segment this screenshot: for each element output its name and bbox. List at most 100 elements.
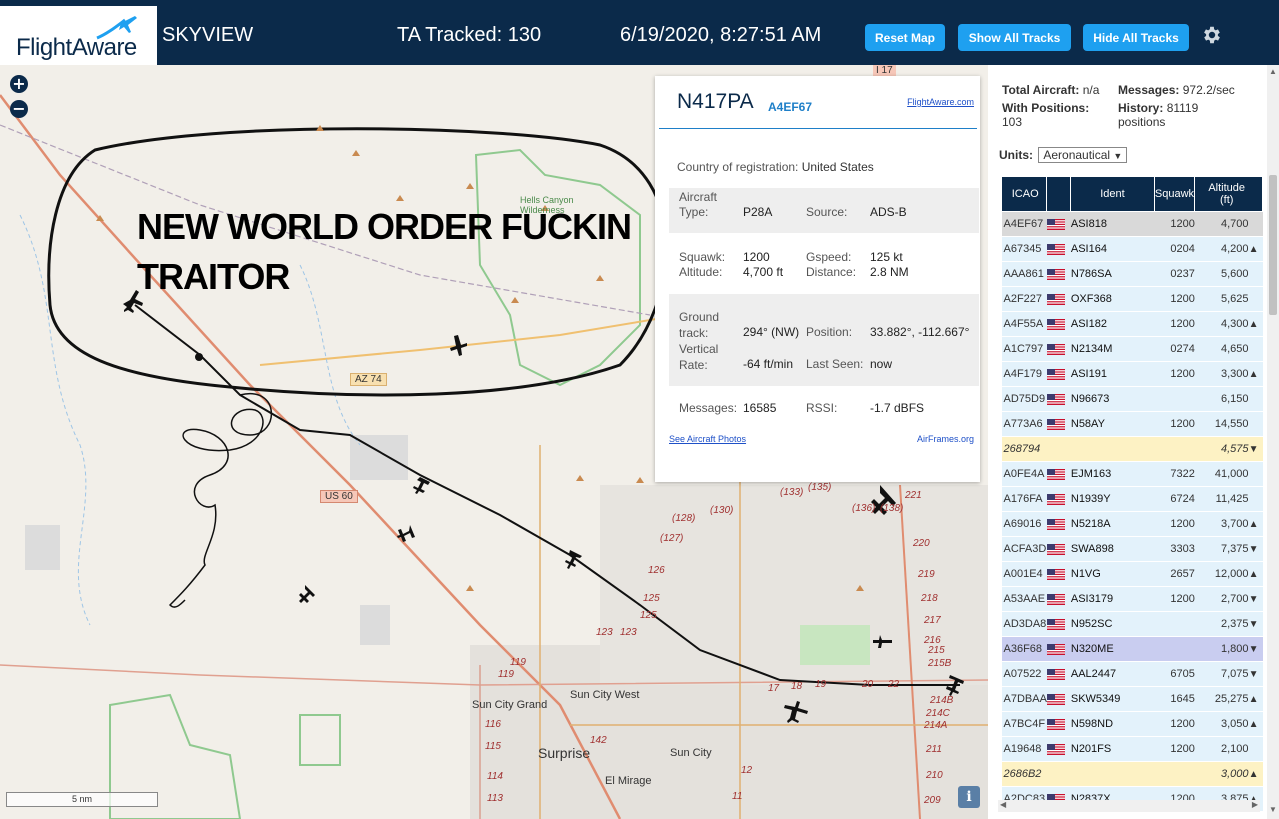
road-number: 218 xyxy=(921,593,938,604)
col-header-flag[interactable] xyxy=(1046,176,1072,212)
airframes-link[interactable]: AirFrames.org xyxy=(917,434,974,444)
zoom-out-button[interactable]: − xyxy=(10,100,28,118)
table-row[interactable]: A69016 N5218A 1200 3,700▲ xyxy=(1001,511,1263,537)
cell-flag xyxy=(1046,686,1071,712)
hide-all-tracks-button[interactable]: Hide All Tracks xyxy=(1083,24,1189,51)
place-label-sun-city-west: Sun City West xyxy=(570,689,640,701)
table-row[interactable]: A7DBAA SKW5349 1645 25,275▲ xyxy=(1001,686,1263,712)
cell-squawk: 1200 xyxy=(1154,711,1195,737)
table-row[interactable]: A4EF67 ASI818 1200 4,700 xyxy=(1001,211,1263,237)
messages-value: 16585 xyxy=(743,401,777,415)
table-row[interactable]: A19648 N201FS 1200 2,100 xyxy=(1001,736,1263,762)
squawk-value: 1200 xyxy=(743,250,770,264)
altitude-value: 4,700 xyxy=(1220,218,1249,230)
cell-icao: 2686B2 xyxy=(1001,761,1047,787)
table-row[interactable]: A36F68 N320ME 1,800▼ xyxy=(1001,636,1263,662)
cell-flag xyxy=(1046,536,1071,562)
table-row[interactable]: A7BC4F N598ND 1200 3,050▲ xyxy=(1001,711,1263,737)
scroll-up-icon[interactable]: ▲ xyxy=(1269,67,1277,76)
cell-icao: A7DBAA xyxy=(1001,686,1047,712)
cell-squawk: 1200 xyxy=(1154,736,1195,762)
table-row[interactable]: A773A6 N58AY 1200 14,550 xyxy=(1001,411,1263,437)
map-info-button[interactable]: i xyxy=(958,786,980,808)
horizontal-scrollbar[interactable]: ◀ ▶ xyxy=(998,800,1260,812)
trend-icon: ▲ xyxy=(1248,519,1259,530)
table-row[interactable]: A176FA N1939Y 6724 11,425 xyxy=(1001,486,1263,512)
flightaware-logo[interactable]: FlightAware xyxy=(0,6,157,65)
flightaware-link[interactable]: FlightAware.com xyxy=(907,97,974,107)
cell-icao: AAA861 xyxy=(1001,261,1047,287)
table-row[interactable]: A07522 AAL2447 6705 7,075▼ xyxy=(1001,661,1263,687)
overlay-line-1: NEW WORLD ORDER FUCKIN xyxy=(137,206,632,247)
table-row[interactable]: A4F179 ASI191 1200 3,300▲ xyxy=(1001,361,1263,387)
messages-stat: Messages: 972.2/sec xyxy=(1118,83,1235,97)
table-row[interactable]: A67345 ASI164 0204 4,200▲ xyxy=(1001,236,1263,262)
us-flag-icon xyxy=(1046,293,1065,305)
table-row[interactable]: A0FE4A EJM163 7322 41,000 xyxy=(1001,461,1263,487)
us-flag-icon xyxy=(1046,368,1065,380)
table-row[interactable]: AD3DA8 N952SC 2,375▼ xyxy=(1001,611,1263,637)
cell-flag xyxy=(1046,361,1071,387)
table-row[interactable]: A53AAE ASI3179 1200 2,700▼ xyxy=(1001,586,1263,612)
road-number: 215 xyxy=(928,645,945,656)
cell-flag xyxy=(1046,386,1071,412)
scroll-right-icon[interactable]: ▶ xyxy=(1252,800,1258,809)
cell-ident: AAL2447 xyxy=(1070,661,1155,687)
cell-flag xyxy=(1046,711,1071,737)
cell-ident: N598ND xyxy=(1070,711,1155,737)
road-number: 142 xyxy=(590,735,607,746)
show-all-tracks-button[interactable]: Show All Tracks xyxy=(958,24,1071,51)
vertical-rate-label-1: Vertical xyxy=(679,342,719,356)
cell-ident: N96673 xyxy=(1070,386,1155,412)
road-number: (128) xyxy=(672,513,696,524)
cell-flag xyxy=(1046,211,1071,237)
reset-map-button[interactable]: Reset Map xyxy=(865,24,945,51)
units-select[interactable]: Aeronautical ▼ xyxy=(1038,147,1128,163)
zoom-in-button[interactable]: + xyxy=(10,75,28,93)
scroll-thumb[interactable] xyxy=(1269,175,1277,315)
aircraft-type-label-1: Aircraft xyxy=(679,190,718,204)
see-aircraft-photos-link[interactable]: See Aircraft Photos xyxy=(669,434,746,444)
country-row: Country of registration: United States xyxy=(677,160,874,174)
road-number: 126 xyxy=(648,565,665,576)
table-row[interactable]: A4F55A ASI182 1200 4,300▲ xyxy=(1001,311,1263,337)
table-row[interactable]: A1C797 N2134M 0274 4,650 xyxy=(1001,336,1263,362)
us-flag-icon xyxy=(1046,243,1065,255)
cell-flag xyxy=(1046,661,1071,687)
table-row[interactable]: 268794 4,575▼ xyxy=(1001,436,1263,462)
table-row[interactable]: AD75D9 N96673 6,150 xyxy=(1001,386,1263,412)
table-row[interactable]: AAA861 N786SA 0237 5,600 xyxy=(1001,261,1263,287)
trend-icon: ▲ xyxy=(1248,694,1259,705)
road-number: (135) xyxy=(808,482,832,493)
cell-altitude: 4,300▲ xyxy=(1194,311,1263,337)
road-number: 221 xyxy=(905,490,922,501)
cell-ident: N786SA xyxy=(1070,261,1155,287)
trend-icon: ▼ xyxy=(1248,594,1259,605)
road-number: 18 xyxy=(791,681,803,692)
col-header-ident[interactable]: Ident xyxy=(1070,176,1155,212)
road-number: 114 xyxy=(487,771,503,782)
gear-icon[interactable] xyxy=(1201,24,1223,46)
cell-ident xyxy=(1070,761,1155,787)
altitude-value: 5,625 xyxy=(1220,293,1249,305)
table-row[interactable]: A2F227 OXF368 1200 5,625 xyxy=(1001,286,1263,312)
col-header-squawk[interactable]: Squawk xyxy=(1153,176,1196,212)
scroll-left-icon[interactable]: ◀ xyxy=(1000,800,1006,809)
table-row[interactable]: 2686B2 3,000▲ xyxy=(1001,761,1263,787)
road-number: (133) xyxy=(780,487,804,498)
cell-altitude: 5,625 xyxy=(1194,286,1263,312)
cell-flag xyxy=(1046,586,1071,612)
us-flag-icon xyxy=(1046,268,1065,280)
cell-icao: A0FE4A xyxy=(1001,461,1047,487)
scroll-down-icon[interactable]: ▼ xyxy=(1269,805,1277,814)
road-number: 219 xyxy=(918,569,935,580)
table-row[interactable]: ACFA3D SWA898 3303 7,375▼ xyxy=(1001,536,1263,562)
col-header-altitude[interactable]: Altitude (ft) xyxy=(1194,176,1263,212)
col-header-icao[interactable]: ICAO xyxy=(1000,176,1048,212)
vertical-scrollbar[interactable]: ▲ ▼ xyxy=(1267,65,1279,819)
cell-squawk: 1200 xyxy=(1154,311,1195,337)
altitude-value: 14,550 xyxy=(1214,418,1249,430)
total-aircraft-label: Total Aircraft: xyxy=(1002,83,1080,97)
table-row[interactable]: A001E4 N1VG 2657 12,000▲ xyxy=(1001,561,1263,587)
cell-icao: AD3DA8 xyxy=(1001,611,1047,637)
